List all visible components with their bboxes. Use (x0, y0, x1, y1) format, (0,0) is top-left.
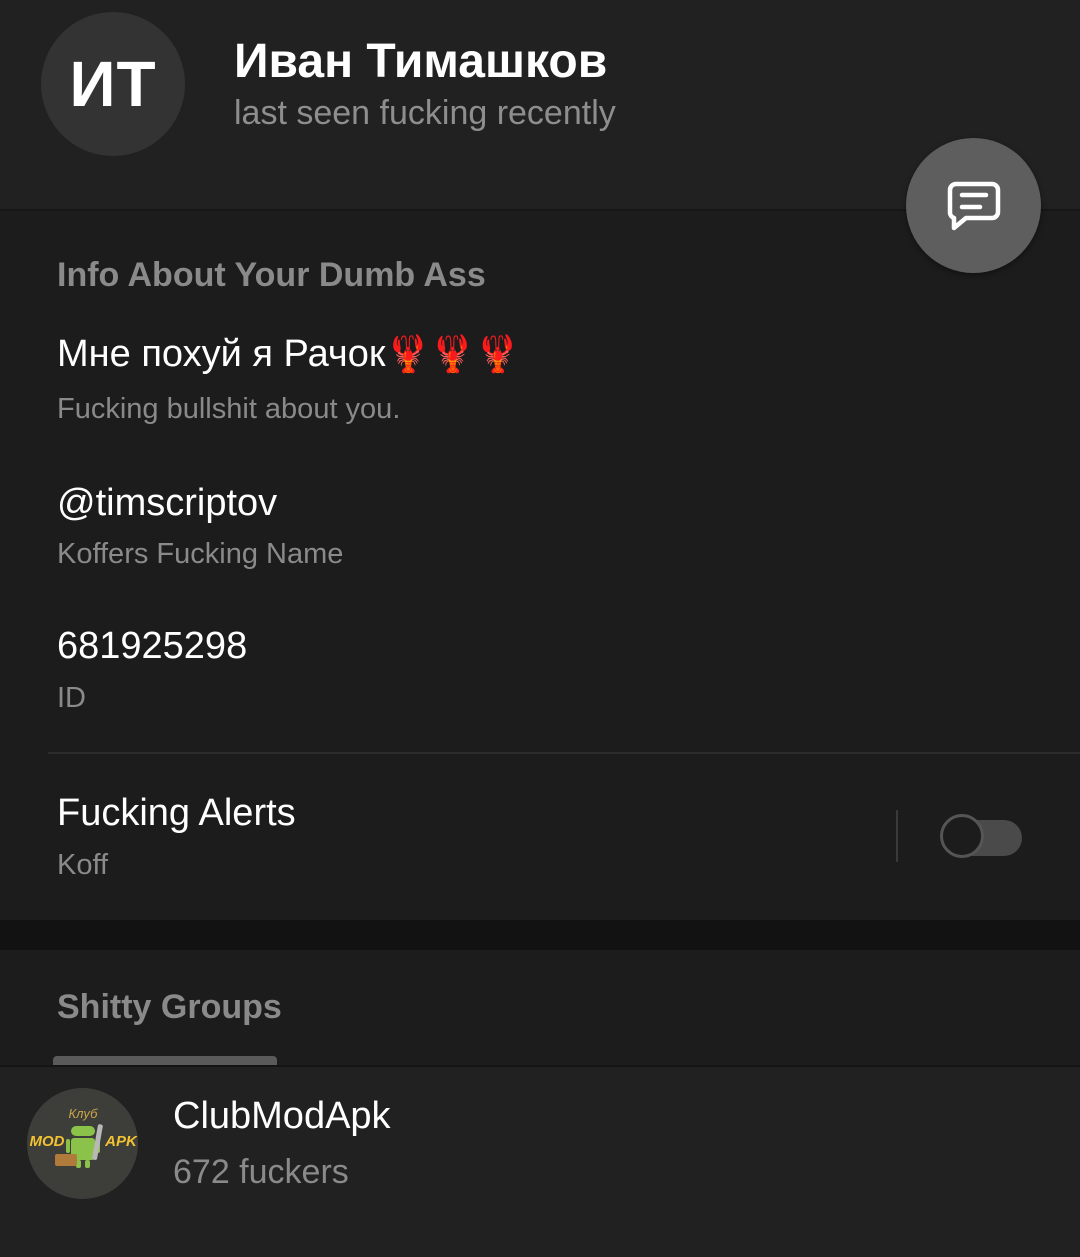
profile-status: last seen fucking recently (234, 94, 616, 132)
id-caption: ID (57, 682, 86, 714)
group-name: ClubModApk (173, 1095, 391, 1137)
toggle-knob (940, 814, 984, 858)
row-divider (48, 752, 1080, 754)
profile-screen: ИТ Иван Тимашков last seen fucking recen… (0, 0, 1080, 1257)
id-value[interactable]: 681925298 (57, 625, 247, 668)
group-list-item[interactable]: Клуб MOD APK ClubModApk 672 fuckers (0, 1067, 1080, 1257)
username-caption: Koffers Fucking Name (57, 538, 344, 570)
group-member-count: 672 fuckers (173, 1153, 349, 1191)
alerts-label[interactable]: Fucking Alerts (57, 792, 296, 835)
profile-name: Иван Тимашков (234, 35, 608, 88)
bio-text: Мне похуй я Рачок (57, 333, 386, 375)
group-logo-top: Клуб (69, 1106, 99, 1121)
bio-row[interactable]: Мне похуй я Рачок🦞🦞🦞 (57, 333, 520, 376)
android-robot-icon: Клуб MOD APK (27, 1088, 138, 1199)
group-logo-right: APK (104, 1133, 138, 1150)
bio-caption: Fucking bullshit about you. (57, 393, 401, 425)
groups-tab-title[interactable]: Shitty Groups (57, 988, 282, 1027)
avatar[interactable]: ИТ (41, 12, 185, 156)
group-logo-left: MOD (30, 1133, 65, 1150)
username-value[interactable]: @timscriptov (57, 482, 277, 525)
info-section-title: Info About Your Dumb Ass (57, 256, 486, 294)
group-avatar: Клуб MOD APK (27, 1088, 138, 1199)
message-icon (947, 181, 1000, 230)
message-button[interactable] (906, 138, 1041, 273)
alerts-toggle[interactable] (940, 814, 1022, 862)
lobster-emoji: 🦞🦞🦞 (385, 333, 520, 374)
alerts-caption: Koff (57, 849, 109, 881)
section-gap (0, 920, 1080, 950)
tab-indicator (53, 1056, 277, 1065)
alerts-vertical-divider (896, 810, 898, 862)
